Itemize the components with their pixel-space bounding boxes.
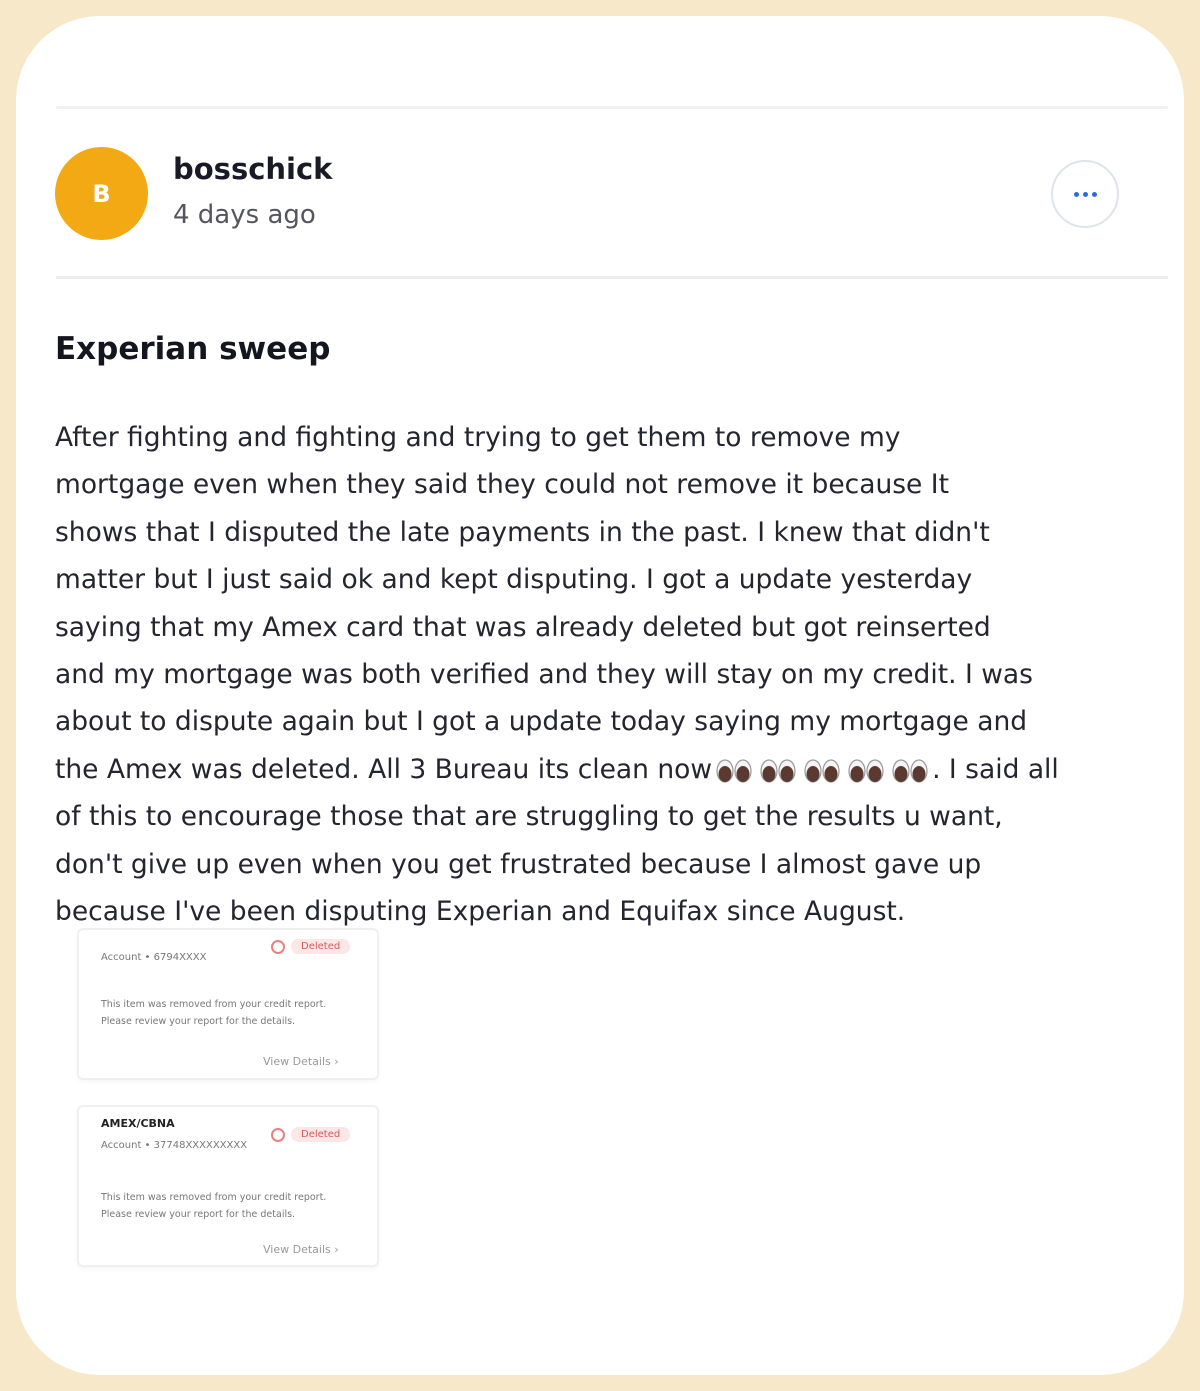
emoji-group [712,754,932,785]
post-body-line: of this to encourage those that are stru… [55,801,1003,833]
chevron-right-icon: › [334,1243,339,1256]
post-body-line: shows that I disputed the late payments … [55,516,990,548]
header-divider [56,276,1168,279]
post-body-line: matter but I just said ok and kept dispu… [55,564,973,596]
status-badge: Deleted [271,1127,351,1142]
chevron-right-icon: › [334,1055,339,1068]
deleted-icon [271,1127,285,1142]
card-description: This item was removed from your credit r… [101,996,326,1030]
deleted-icon [271,939,285,954]
card-description: This item was removed from your credit r… [101,1189,326,1223]
card-description-line: This item was removed from your credit r… [101,999,327,1010]
status-label: Deleted [291,939,351,954]
card-account-number: Account • 6794XXXX [101,952,207,963]
post-body-text: . I said all [932,753,1059,785]
post-body-line: After fighting and fighting and trying t… [55,422,901,453]
view-details-link[interactable]: View Details › [263,1243,339,1256]
eyes-emoji-icon [716,759,752,783]
status-badge: Deleted [271,939,351,954]
avatar-initial: B [92,179,111,208]
card-account-name: AMEX/CBNA [101,1117,175,1130]
more-options-button[interactable] [1051,160,1119,228]
credit-item-card[interactable]: AMEX/CBNA Account • 37748XXXXXXXXX Delet… [77,1105,379,1267]
view-details-link[interactable]: View Details › [263,1055,339,1068]
post-body-text: the Amex was deleted. All 3 Bureau its c… [55,753,713,785]
post-body-line: about to dispute again but I got a updat… [55,706,1028,738]
post-body: After fighting and fighting and trying t… [55,414,1145,935]
avatar[interactable]: B [55,147,148,240]
post-body-line: saying that my Amex card that was alread… [55,611,991,643]
card-description-line: Please review your report for the detail… [101,1016,296,1027]
post-body-line-with-emoji: the Amex was deleted. All 3 Bureau its c… [55,746,1145,793]
author-name[interactable]: bosschick [173,152,332,186]
post-timestamp: 4 days ago [173,200,316,230]
eyes-emoji-icon [848,759,884,783]
post-body-line: don't give up even when you get frustrat… [55,848,982,880]
top-divider [56,106,1168,109]
view-details-label: View Details [263,1243,331,1256]
ellipsis-icon [1072,191,1099,197]
view-details-label: View Details [263,1055,331,1068]
credit-item-card[interactable]: Account • 6794XXXX Deleted This item was… [77,928,379,1080]
card-description-line: This item was removed from your credit r… [101,1192,327,1203]
card-description-line: Please review your report for the detail… [101,1209,296,1220]
post-title: Experian sweep [55,331,331,367]
status-label: Deleted [291,1127,351,1142]
eyes-emoji-icon [760,759,796,783]
eyes-emoji-icon [804,759,840,783]
card-account-number: Account • 37748XXXXXXXXX [101,1140,248,1151]
post-body-line: mortgage even when they said they could … [55,469,949,501]
post-body-line: and my mortgage was both verified and th… [55,659,1033,691]
eyes-emoji-icon [892,759,928,783]
